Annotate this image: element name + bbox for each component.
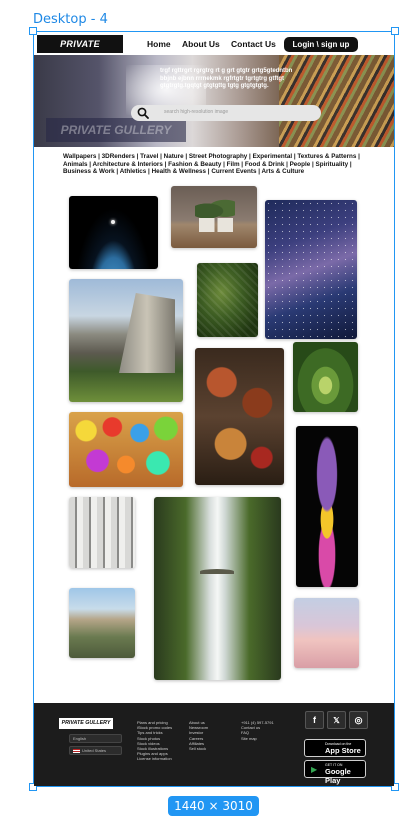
category-link[interactable]: Health & Wellness — [152, 168, 206, 175]
category-link[interactable]: People — [290, 161, 311, 168]
photo-leaves[interactable] — [197, 263, 258, 337]
category-link[interactable]: Film — [227, 161, 240, 168]
nav-about-link[interactable]: About Us — [182, 39, 220, 49]
category-link[interactable]: Spirituality — [316, 161, 349, 168]
photo-white-building[interactable] — [69, 497, 135, 568]
site-logo[interactable]: PRIVATE GULLERY — [37, 35, 123, 67]
category-link[interactable]: Animals — [63, 161, 88, 168]
facebook-icon[interactable]: f — [305, 711, 324, 729]
google-play-button[interactable]: ▶ GET IT ON Google Play — [304, 760, 366, 785]
category-link[interactable]: Fashion & Beauty — [168, 161, 221, 168]
category-link[interactable]: Food & Drink — [245, 161, 285, 168]
category-nav: Wallpapers | 3DRenders | Travel | Nature… — [63, 153, 360, 176]
hero-text: trgf rgttrgrt rgrgtrg rt g grt gtgtr grt… — [160, 68, 293, 90]
nav-contact-link[interactable]: Contact Us — [231, 39, 276, 49]
search-icon[interactable] — [137, 107, 149, 119]
footer-column-resources: Plans and pricing iStock promo codes Tip… — [137, 720, 172, 762]
photo-pink-sunset[interactable] — [294, 598, 359, 668]
footer-link[interactable]: Site map — [241, 736, 274, 741]
footer-column-company: About us Newsroom Investor Careers Affil… — [189, 720, 208, 751]
category-link[interactable]: Athletics — [120, 168, 147, 175]
photo-potted-plants[interactable] — [171, 186, 257, 248]
photo-street-scene[interactable] — [69, 588, 135, 658]
photo-starry-sky[interactable] — [265, 200, 357, 339]
region-value: United States — [82, 748, 107, 753]
category-link[interactable]: Textures & Patterns — [297, 153, 356, 160]
language-value: English — [73, 736, 87, 741]
footer-column-contact: +911 (4) 597-5791 Contact us FAQ Site ma… — [241, 720, 274, 741]
photo-astronaut[interactable] — [69, 196, 158, 269]
hero-watermark: PRIVATE GULLERY — [46, 118, 186, 142]
frame-label[interactable]: Desktop - 4 — [33, 12, 108, 27]
us-flag-icon — [73, 748, 80, 753]
category-link[interactable]: Architecture & Interiors — [93, 161, 163, 168]
instagram-icon[interactable]: ◎ — [349, 711, 368, 729]
app-store-label: App Store — [325, 746, 361, 755]
category-link[interactable]: 3DRenders — [102, 153, 135, 160]
resize-handle-top-right[interactable] — [391, 27, 399, 35]
category-link[interactable]: Arts & Culture — [262, 168, 305, 175]
category-link[interactable]: Wallpapers — [63, 153, 96, 160]
photo-grilled-food[interactable] — [195, 348, 284, 485]
app-store-button[interactable]: Download on the App Store — [304, 739, 366, 757]
region-select[interactable]: United States — [69, 746, 122, 755]
category-link[interactable]: Travel — [140, 153, 158, 160]
footer-link[interactable]: Sell stock — [189, 746, 208, 751]
search-placeholder: search high-resolution image — [164, 109, 229, 115]
footer-link[interactable]: License information — [137, 756, 172, 761]
photo-green-meadow[interactable] — [293, 342, 358, 412]
photo-abstract-hands[interactable] — [296, 426, 358, 587]
category-link[interactable]: Experimental — [253, 153, 293, 160]
language-select[interactable]: English — [69, 734, 122, 743]
category-link[interactable]: Nature — [164, 153, 184, 160]
photo-yosemite-cliff[interactable] — [69, 279, 183, 402]
photo-waterfall[interactable] — [154, 497, 281, 680]
login-signup-button[interactable]: Login \ sign up — [284, 37, 358, 52]
google-play-label: Google Play — [325, 767, 351, 785]
nav-home-link[interactable]: Home — [147, 39, 171, 49]
footer-logo[interactable]: PRIVATE GULLERY — [59, 718, 113, 729]
google-play-icon: ▶ — [311, 765, 318, 774]
twitter-icon[interactable]: 𝕏 — [327, 711, 346, 729]
category-link[interactable]: Street Photography — [189, 153, 247, 160]
photo-colorful-balls[interactable] — [69, 412, 183, 487]
resize-handle-top-left[interactable] — [29, 27, 37, 35]
design-canvas: Desktop - 4 1440 × 3010 PRIVATE GULLERY … — [0, 0, 410, 818]
category-link[interactable]: Business & Work — [63, 168, 115, 175]
category-link[interactable]: Current Events — [211, 168, 256, 175]
frame-size-badge: 1440 × 3010 — [168, 796, 259, 816]
